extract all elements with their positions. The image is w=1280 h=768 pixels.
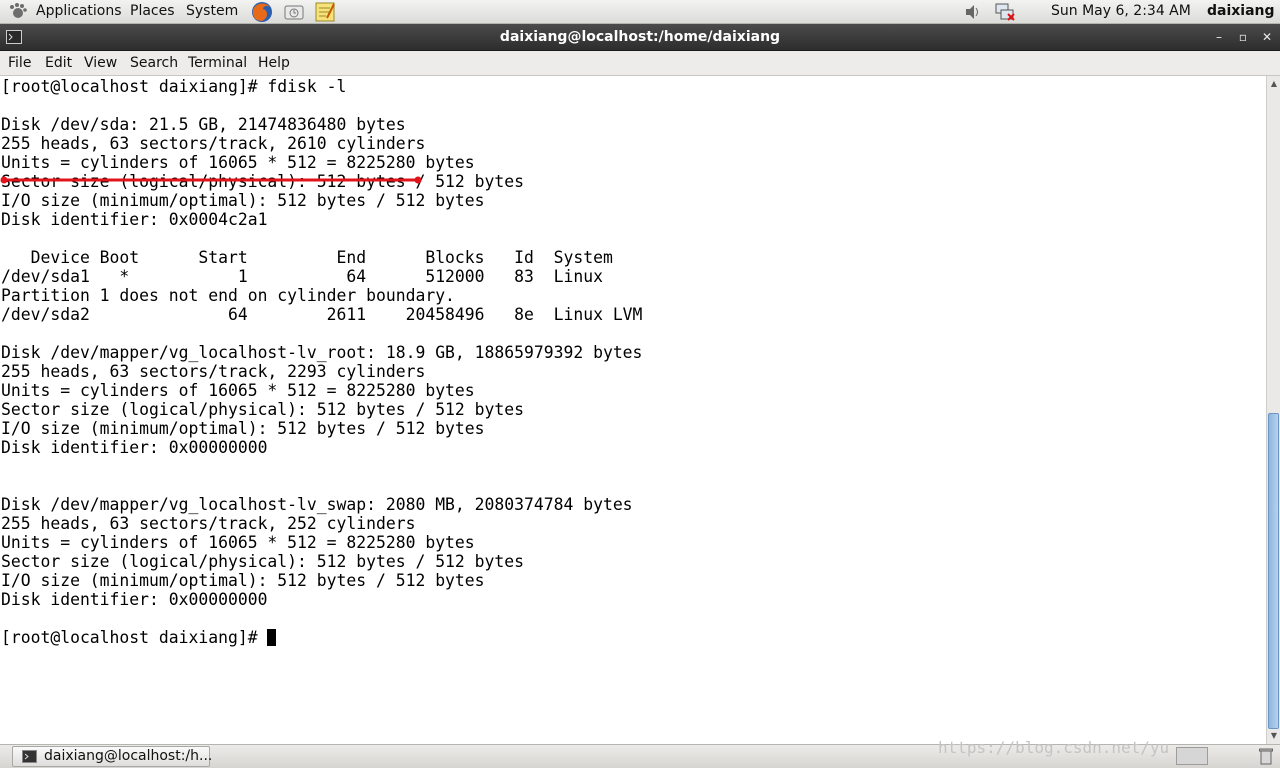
taskbar-terminal-button[interactable]: daixiang@localhost:/h... [12, 746, 213, 767]
scrollbar-thumb[interactable] [1268, 413, 1279, 729]
network-icon[interactable] [994, 2, 1016, 22]
terminal-line: /dev/sda1 * 1 64 512000 83 Linux [1, 267, 603, 286]
maximize-button[interactable]: ▫ [1235, 29, 1251, 45]
top-panel: Applications Places System Sun May 6, 2:… [0, 0, 1280, 24]
menu-edit[interactable]: Edit [45, 55, 72, 72]
text-editor-icon[interactable] [313, 0, 337, 24]
terminal-line: Partition 1 does not end on cylinder bou… [1, 286, 455, 305]
taskbar-terminal-label: daixiang@localhost:/h... [44, 748, 213, 764]
close-button[interactable]: ✕ [1259, 29, 1275, 45]
system-menu[interactable]: System [186, 3, 238, 20]
terminal-line: Disk identifier: 0x0004c2a1 [1, 210, 268, 229]
terminal-output: [root@localhost daixiang]# fdisk -l Disk… [1, 77, 642, 647]
terminal-area[interactable]: [root@localhost daixiang]# fdisk -l Disk… [0, 76, 1266, 744]
terminal-line: I/O size (minimum/optimal): 512 bytes / … [1, 571, 485, 590]
terminal-line: [root@localhost daixiang]# fdisk -l [1, 77, 347, 96]
applications-menu[interactable]: Applications [36, 3, 122, 20]
places-menu[interactable]: Places [130, 3, 175, 20]
terminal-prompt: [root@localhost daixiang]# [1, 628, 268, 647]
vertical-scrollbar[interactable]: ▲ ▼ [1266, 76, 1280, 744]
mail-icon[interactable] [282, 0, 306, 24]
terminal-line: Disk /dev/sda: 21.5 GB, 21474836480 byte… [1, 115, 406, 134]
terminal-line: Units = cylinders of 16065 * 512 = 82252… [1, 533, 475, 552]
terminal-line: Sector size (logical/physical): 512 byte… [1, 400, 525, 419]
terminal-line: Units = cylinders of 16065 * 512 = 82252… [1, 381, 475, 400]
watermark: https://blog.csdn.net/yu [938, 738, 1170, 757]
terminal-line: 255 heads, 63 sectors/track, 2610 cylind… [1, 134, 426, 153]
window-titlebar[interactable]: daixiang@localhost:/home/daixiang – ▫ ✕ [0, 24, 1280, 51]
terminal-line: Disk identifier: 0x00000000 [1, 438, 268, 457]
scroll-down-arrow[interactable]: ▼ [1268, 730, 1280, 742]
minimize-button[interactable]: – [1211, 29, 1227, 45]
menu-view[interactable]: View [84, 55, 117, 72]
terminal-line: Disk identifier: 0x00000000 [1, 590, 268, 609]
user-menu[interactable]: daixiang [1207, 3, 1275, 20]
scroll-up-arrow[interactable]: ▲ [1268, 78, 1280, 90]
terminal-line: Sector size (logical/physical): 512 byte… [1, 552, 525, 571]
terminal-line: 255 heads, 63 sectors/track, 2293 cylind… [1, 362, 426, 381]
terminal-line: I/O size (minimum/optimal): 512 bytes / … [1, 191, 485, 210]
menu-file[interactable]: File [8, 55, 31, 72]
terminal-icon [22, 750, 37, 763]
terminal-line: /dev/sda2 64 2611 20458496 8e Linux LVM [1, 305, 643, 324]
trash-icon[interactable] [1258, 747, 1274, 765]
volume-icon[interactable] [962, 2, 984, 22]
gnome-foot-icon[interactable] [8, 2, 28, 22]
terminal-cursor [267, 629, 277, 646]
red-underline-annotation [0, 176, 422, 184]
window-title: daixiang@localhost:/home/daixiang [499, 29, 781, 45]
terminal-line: Units = cylinders of 16065 * 512 = 82252… [1, 153, 475, 172]
terminal-line: 255 heads, 63 sectors/track, 252 cylinde… [1, 514, 416, 533]
menu-terminal[interactable]: Terminal [188, 55, 247, 72]
terminal-line: Disk /dev/mapper/vg_localhost-lv_root: 1… [1, 343, 643, 362]
clock[interactable]: Sun May 6, 2:34 AM [1051, 3, 1191, 20]
menu-search[interactable]: Search [130, 55, 178, 72]
terminal-line: Disk /dev/mapper/vg_localhost-lv_swap: 2… [1, 495, 633, 514]
menu-help[interactable]: Help [258, 55, 290, 72]
menubar: File Edit View Search Terminal Help [0, 51, 1280, 76]
terminal-line: I/O size (minimum/optimal): 512 bytes / … [1, 419, 485, 438]
workspace-switcher[interactable] [1176, 747, 1208, 765]
terminal-line: Device Boot Start End Blocks Id System [1, 248, 613, 267]
firefox-icon[interactable] [250, 0, 274, 24]
